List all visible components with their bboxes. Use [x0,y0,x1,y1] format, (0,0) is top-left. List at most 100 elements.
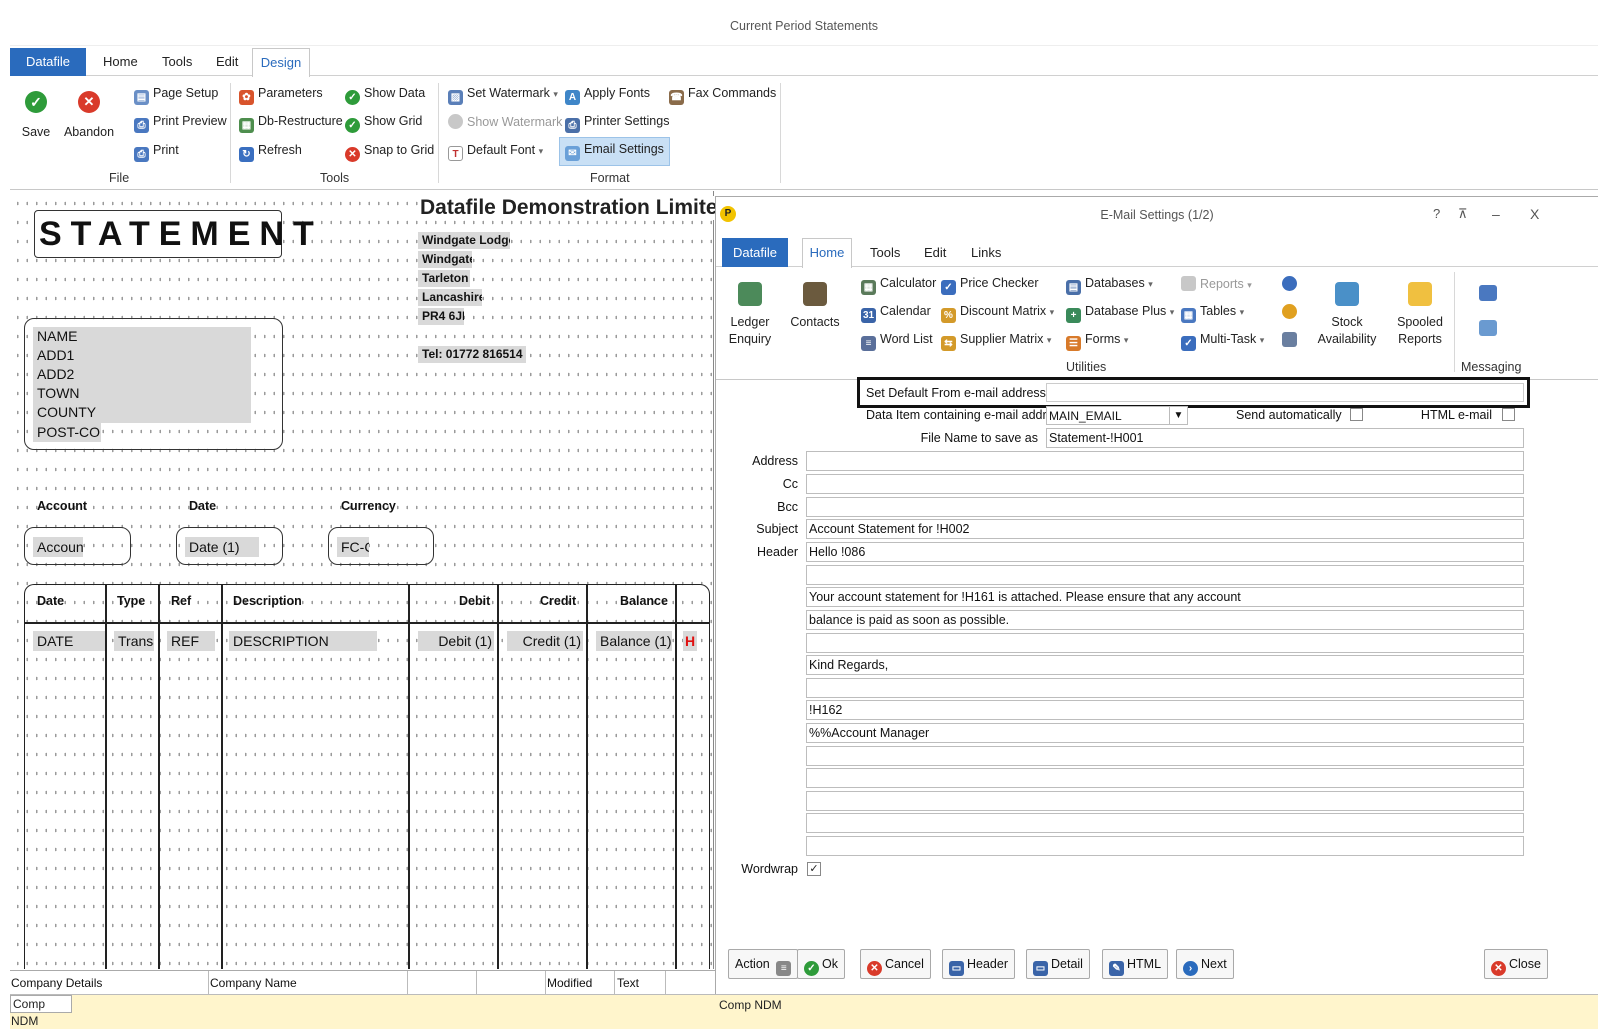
body-line-2[interactable]: Your account statement for !H161 is atta… [806,587,1524,607]
dialog-tab-datafile[interactable]: Datafile [722,238,788,267]
show-grid-button[interactable]: ✓ Show Grid [345,114,422,133]
multi-task-button[interactable]: ✓ Multi-Task ▾ [1181,332,1264,351]
refresh-button[interactable]: ↻ Refresh [239,143,302,162]
dialog-tab-home[interactable]: Home [802,238,852,268]
page-setup-button[interactable]: ▤ Page Setup [134,86,218,105]
wordwrap-checkbox[interactable]: ✓ [807,862,821,876]
databases-button[interactable]: ▤ Databases ▾ [1066,276,1153,295]
spooled-reports-button[interactable]: Spooled Reports [1391,282,1449,348]
cc-input[interactable] [806,474,1524,494]
row-date[interactable]: DATE [33,631,105,651]
snap-to-grid-button[interactable]: ✕ Snap to Grid [345,143,434,162]
row-type[interactable]: Transa [114,631,154,651]
filename-input[interactable]: Statement-!H001 [1046,428,1524,448]
save-button[interactable]: ✓ Save [20,91,52,139]
html-button[interactable]: ✎ HTML [1102,949,1169,979]
account-field[interactable]: Accoun [33,537,83,557]
print-button[interactable]: ⎙ Print [134,143,179,162]
address-line-2[interactable]: Windgate [418,251,472,268]
tab-datafile[interactable]: Datafile [10,48,86,76]
currency-field[interactable]: FC-C [337,537,369,557]
fax-commands-button[interactable]: ☎ Fax Commands [669,86,776,105]
reports-button[interactable]: Reports ▾ [1181,276,1252,291]
coin-icon[interactable] [1282,304,1297,319]
db-restructure-button[interactable]: ▦ Db-Restructure [239,114,343,133]
send-automatically-checkbox[interactable] [1350,408,1363,421]
set-watermark-button[interactable]: ▨ Set Watermark ▾ [448,86,558,105]
row-debit[interactable]: Debit (1) [418,631,494,651]
close-button[interactable]: ✕ Close [1484,949,1548,979]
body-line-10[interactable] [806,768,1524,788]
forms-button[interactable]: ☰ Forms ▾ [1066,332,1128,351]
restore-button[interactable]: ⊼ [1458,206,1468,222]
messaging-receive-icon[interactable] [1479,320,1497,336]
address-line-5[interactable]: PR4 6JF [418,308,464,325]
body-line-4[interactable] [806,633,1524,653]
subject-input[interactable]: Account Statement for !H002 [806,519,1524,539]
address-line-3[interactable]: Tarleton [418,270,470,287]
html-email-checkbox[interactable] [1502,408,1515,421]
statement-title-box[interactable]: STATEMENT [34,210,314,258]
tab-edit[interactable]: Edit [216,54,238,69]
date-field[interactable]: Date (1) [185,537,259,557]
globe-icon[interactable] [1282,276,1297,291]
body-line-7[interactable]: !H162 [806,700,1524,720]
price-checker-button[interactable]: ✓ Price Checker [941,276,1039,295]
minimize-button[interactable]: – [1492,206,1500,222]
parameters-button[interactable]: ✿ Parameters [239,86,323,105]
body-line-9[interactable] [806,746,1524,766]
tab-home[interactable]: Home [103,54,138,69]
company-name[interactable]: Datafile Demonstration Limited [420,196,731,220]
chevron-down-icon[interactable]: ▼ [1169,407,1187,424]
dialog-close-x[interactable]: X [1530,206,1539,222]
contacts-button[interactable]: Contacts [788,282,842,331]
row-description[interactable]: DESCRIPTION [229,631,377,651]
body-line-3[interactable]: balance is paid as soon as possible. [806,610,1524,630]
email-settings-button[interactable]: ✉ Email Settings [559,137,670,166]
discount-matrix-button[interactable]: % Discount Matrix ▾ [941,304,1054,323]
dialog-tab-tools[interactable]: Tools [870,245,900,260]
body-line-1[interactable] [806,565,1524,585]
apply-fonts-button[interactable]: A Apply Fonts [565,86,650,105]
cancel-button[interactable]: ✕ Cancel [860,949,931,979]
address-input[interactable] [806,451,1524,471]
dialog-tab-edit[interactable]: Edit [924,245,946,260]
word-list-button[interactable]: ≡ Word List [861,332,933,351]
body-line-13[interactable] [806,836,1524,856]
header-input[interactable]: Hello !086 [806,542,1524,562]
calculator-button[interactable]: ▦ Calculator [861,276,936,295]
stock-availability-button[interactable]: Stock Availability [1316,282,1378,348]
row-h-field[interactable]: H [683,631,697,651]
telephone[interactable]: Tel: 01772 816514 [418,346,526,363]
messaging-send-icon[interactable] [1479,285,1497,301]
tools-icon[interactable] [1282,332,1297,347]
customer-address-block[interactable]: NAME ADD1 ADD2 TOWN COUNTY [33,327,251,423]
body-line-5[interactable]: Kind Regards, [806,655,1524,675]
dialog-tab-links[interactable]: Links [971,245,1001,260]
row-credit[interactable]: Credit (1) [507,631,583,651]
tables-button[interactable]: ▦ Tables ▾ [1181,304,1244,323]
row-balance[interactable]: Balance (1) [596,631,672,651]
ok-button[interactable]: ✓ Ok [797,949,845,979]
show-data-button[interactable]: ✓ Show Data [345,86,425,105]
help-button[interactable]: ? [1433,206,1440,221]
postcode-field[interactable]: POST-COD [33,423,101,442]
bcc-input[interactable] [806,497,1524,517]
supplier-matrix-button[interactable]: ⇆ Supplier Matrix ▾ [941,332,1051,351]
set-default-from-input[interactable] [1046,383,1524,402]
data-item-select[interactable]: MAIN_EMAIL ▼ [1046,406,1188,425]
ledger-enquiry-button[interactable]: Ledger Enquiry [726,282,774,348]
header-button[interactable]: ▭ Header [942,949,1015,979]
calendar-button[interactable]: 31 Calendar [861,304,931,323]
body-line-6[interactable] [806,678,1524,698]
address-line-1[interactable]: Windgate Lodge [418,232,510,249]
next-button[interactable]: › Next [1176,949,1234,979]
action-button[interactable]: Action ≡ [728,949,799,979]
default-font-button[interactable]: T Default Font ▾ [448,143,543,161]
tab-tools[interactable]: Tools [162,54,192,69]
abandon-button[interactable]: ✕ Abandon [62,91,116,139]
detail-button[interactable]: ▭ Detail [1026,949,1090,979]
row-ref[interactable]: REF [167,631,215,651]
tab-design[interactable]: Design [252,48,310,77]
body-line-12[interactable] [806,813,1524,833]
